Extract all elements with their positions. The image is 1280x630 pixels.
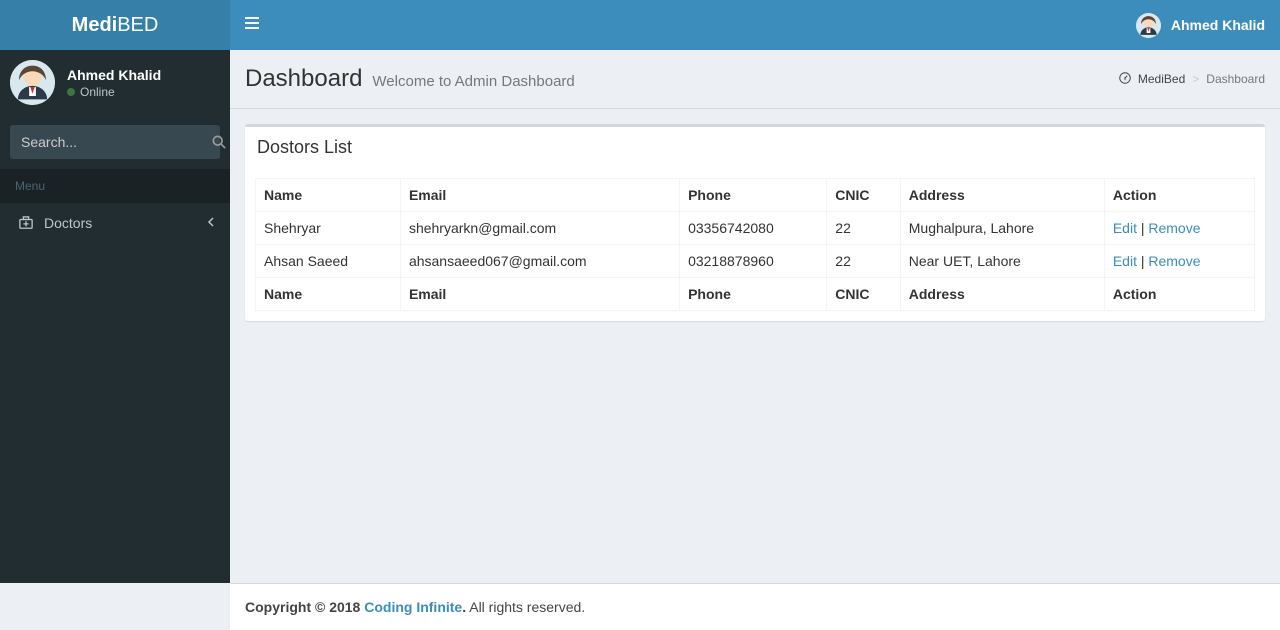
tf-action: Action bbox=[1104, 278, 1254, 311]
hamburger-icon[interactable] bbox=[245, 16, 259, 35]
sidebar-menu-header: Menu bbox=[0, 169, 230, 203]
edit-link[interactable]: Edit bbox=[1113, 253, 1137, 269]
th-cnic: CNIC bbox=[827, 179, 900, 212]
cell-phone: 03218878960 bbox=[680, 245, 827, 278]
remove-link[interactable]: Remove bbox=[1148, 253, 1200, 269]
table-row: Shehryar shehryarkn@gmail.com 0335674208… bbox=[256, 212, 1255, 245]
cell-address: Near UET, Lahore bbox=[900, 245, 1104, 278]
th-name: Name bbox=[256, 179, 401, 212]
content-header: Dashboard Welcome to Admin Dashboard Med… bbox=[230, 50, 1280, 109]
brand-light: BED bbox=[117, 14, 158, 36]
brand-bold: Medi bbox=[72, 14, 118, 36]
search-input[interactable] bbox=[11, 134, 212, 150]
cell-address: Mughalpura, Lahore bbox=[900, 212, 1104, 245]
medkit-icon bbox=[18, 216, 34, 230]
th-phone: Phone bbox=[680, 179, 827, 212]
page-title: Dashboard bbox=[245, 65, 362, 93]
tf-cnic: CNIC bbox=[827, 278, 900, 311]
action-separator: | bbox=[1137, 220, 1148, 236]
th-action: Action bbox=[1104, 179, 1254, 212]
table-footer-row: Name Email Phone CNIC Address Action bbox=[256, 278, 1255, 311]
footer-copyright: Copyright © 2018 bbox=[245, 599, 364, 615]
nav-user-menu[interactable]: Ahmed Khalid bbox=[1136, 13, 1265, 38]
box-title: Dostors List bbox=[245, 127, 1265, 168]
table-row: Ahsan Saeed ahsansaeed067@gmail.com 0321… bbox=[256, 245, 1255, 278]
footer-suffix: All rights reserved. bbox=[466, 599, 585, 615]
tf-address: Address bbox=[900, 278, 1104, 311]
cell-name: Ahsan Saeed bbox=[256, 245, 401, 278]
brand-logo[interactable]: MediBED bbox=[0, 0, 230, 50]
page-subtitle: Welcome to Admin Dashboard bbox=[372, 73, 574, 90]
search-button[interactable] bbox=[212, 135, 226, 149]
cell-email: ahsansaeed067@gmail.com bbox=[400, 245, 679, 278]
cell-action: Edit | Remove bbox=[1104, 245, 1254, 278]
nav-user-name: Ahmed Khalid bbox=[1171, 17, 1265, 33]
tf-email: Email bbox=[400, 278, 679, 311]
doctors-table: Name Email Phone CNIC Address Action bbox=[255, 178, 1255, 311]
sidebar-user-status[interactable]: Online bbox=[67, 85, 161, 99]
sidebar-user-panel: Ahmed Khalid Online bbox=[0, 50, 230, 115]
th-email: Email bbox=[400, 179, 679, 212]
cell-cnic: 22 bbox=[827, 212, 900, 245]
sidebar-item-label: Doctors bbox=[44, 215, 92, 231]
cell-phone: 03356742080 bbox=[680, 212, 827, 245]
action-separator: | bbox=[1137, 253, 1148, 269]
cell-name: Shehryar bbox=[256, 212, 401, 245]
chevron-left-icon bbox=[207, 217, 215, 230]
avatar bbox=[1136, 13, 1161, 38]
cell-email: shehryarkn@gmail.com bbox=[400, 212, 679, 245]
table-header-row: Name Email Phone CNIC Address Action bbox=[256, 179, 1255, 212]
avatar bbox=[10, 60, 55, 105]
remove-link[interactable]: Remove bbox=[1148, 220, 1200, 236]
top-navbar: Ahmed Khalid bbox=[230, 0, 1280, 50]
cell-cnic: 22 bbox=[827, 245, 900, 278]
content-wrapper: Dashboard Welcome to Admin Dashboard Med… bbox=[230, 50, 1280, 583]
status-text: Online bbox=[80, 85, 115, 99]
doctors-list-box: Dostors List Name Email Phone CNIC Addre… bbox=[245, 124, 1265, 321]
tf-name: Name bbox=[256, 278, 401, 311]
status-dot-icon bbox=[67, 88, 75, 96]
breadcrumb-home[interactable]: MediBed bbox=[1138, 72, 1185, 86]
breadcrumb-separator: > bbox=[1192, 72, 1199, 86]
sidebar-item-doctors[interactable]: Doctors bbox=[0, 203, 230, 243]
tf-phone: Phone bbox=[680, 278, 827, 311]
edit-link[interactable]: Edit bbox=[1113, 220, 1137, 236]
sidebar-user-name: Ahmed Khalid bbox=[67, 67, 161, 83]
search-icon bbox=[212, 135, 226, 149]
dashboard-icon bbox=[1119, 72, 1131, 87]
breadcrumb: MediBed > Dashboard bbox=[1119, 72, 1265, 87]
footer-link[interactable]: Coding Infinite bbox=[364, 599, 462, 615]
cell-action: Edit | Remove bbox=[1104, 212, 1254, 245]
breadcrumb-current: Dashboard bbox=[1206, 72, 1265, 86]
sidebar-search bbox=[0, 115, 230, 169]
footer: Copyright © 2018 Coding Infinite. All ri… bbox=[230, 583, 1280, 630]
th-address: Address bbox=[900, 179, 1104, 212]
sidebar: Ahmed Khalid Online Menu bbox=[0, 50, 230, 583]
